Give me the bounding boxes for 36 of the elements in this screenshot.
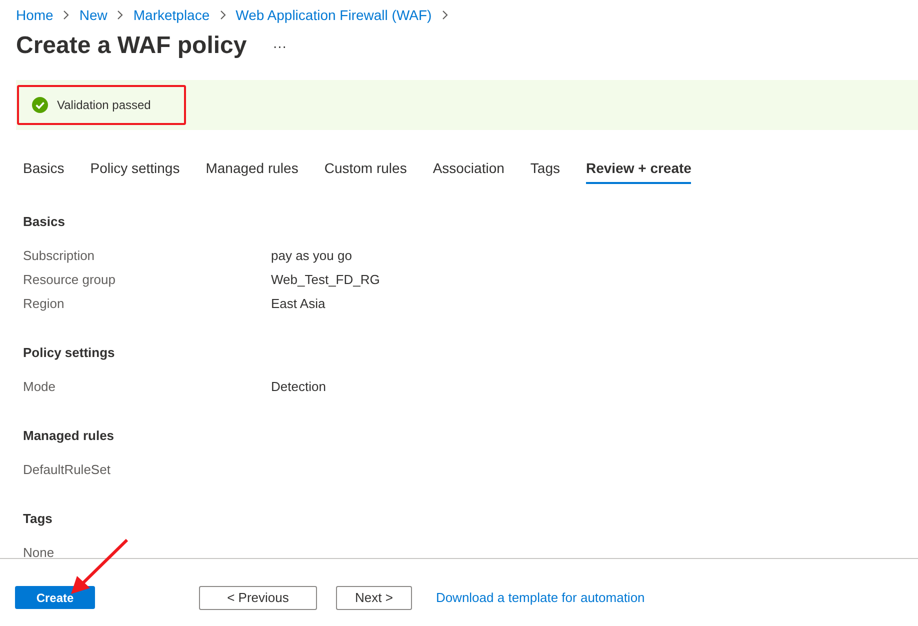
chevron-icon xyxy=(62,10,70,20)
next-button[interactable]: Next > xyxy=(336,586,412,610)
field-label: Resource group xyxy=(23,272,116,286)
tab[interactable]: Association xyxy=(432,158,504,184)
breadcrumb-link[interactable]: Marketplace xyxy=(133,7,210,23)
tab[interactable]: Managed rules xyxy=(206,158,298,184)
breadcrumb-link[interactable]: Home xyxy=(16,7,54,23)
field-label: Region xyxy=(23,296,66,310)
section-heading: Basics xyxy=(23,214,66,229)
more-options-button[interactable]: ··· xyxy=(268,38,291,54)
field-label: None xyxy=(23,544,56,560)
previous-button[interactable]: < Previous xyxy=(199,586,317,610)
field-label: Subscription xyxy=(23,248,96,262)
tab[interactable]: Basics xyxy=(23,158,64,184)
section-heading: Tags xyxy=(23,511,54,526)
create-button[interactable]: Create xyxy=(15,586,95,609)
field-value: Web_Test_FD_RG xyxy=(271,272,380,286)
breadcrumb-link[interactable]: New xyxy=(79,7,108,23)
field-label: DefaultRuleSet xyxy=(23,462,112,476)
breadcrumb-link[interactable]: Web Application Firewall (WAF) xyxy=(236,7,432,23)
tab[interactable]: Review + create xyxy=(586,158,692,184)
chevron-icon xyxy=(440,10,449,20)
field-value: Detection xyxy=(271,378,326,394)
field-label: Mode xyxy=(23,378,57,394)
validation-message: Validation passed xyxy=(57,98,151,112)
tab[interactable]: Custom rules xyxy=(324,158,407,184)
chevron-icon xyxy=(218,10,227,20)
chevron-icon xyxy=(116,10,124,20)
field-value: pay as you go xyxy=(271,248,352,262)
tab[interactable]: Tags xyxy=(530,158,560,184)
section-heading: Policy settings xyxy=(23,345,116,360)
page-title: Create a WAF policy xyxy=(16,32,247,60)
field-value: East Asia xyxy=(271,296,326,310)
download-template-link[interactable]: Download a template for automation xyxy=(436,590,645,605)
tab[interactable]: Policy settings xyxy=(90,158,180,184)
section-heading: Managed rules xyxy=(23,428,116,443)
